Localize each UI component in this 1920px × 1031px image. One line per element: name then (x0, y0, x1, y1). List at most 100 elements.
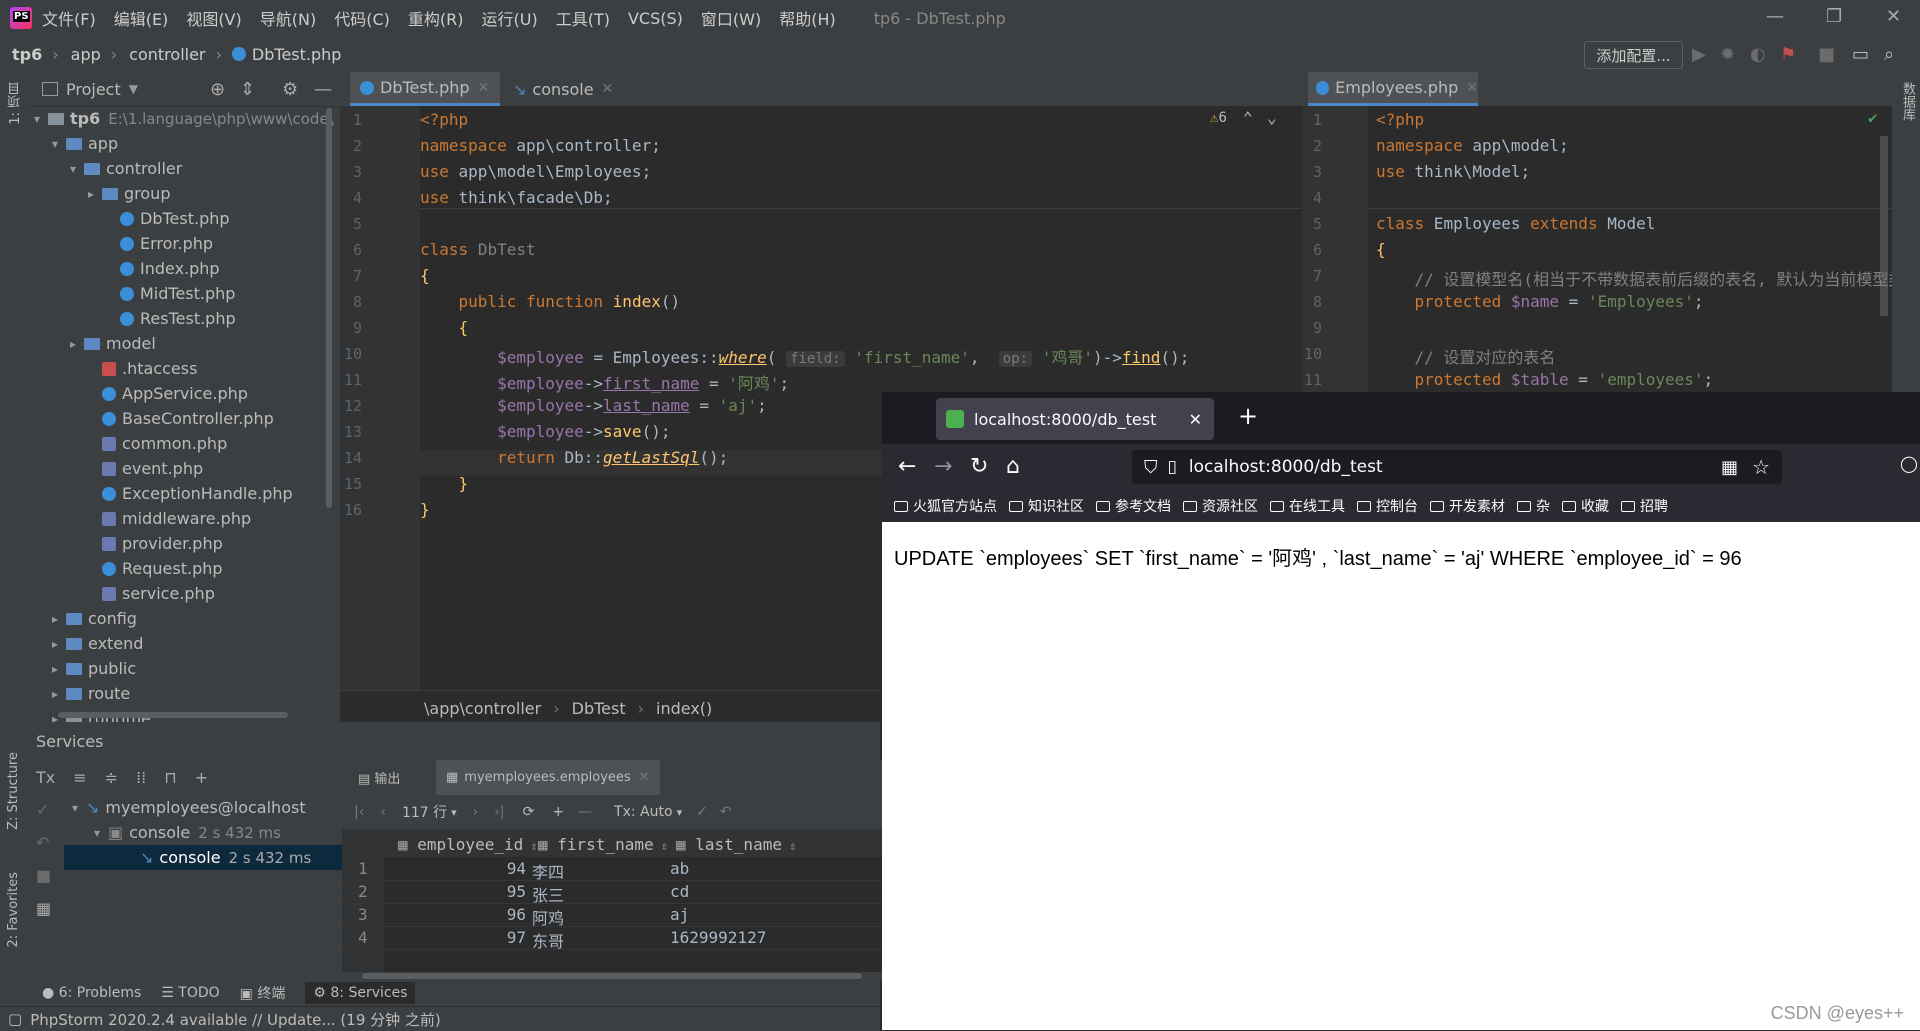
tree-item-dbtest-php[interactable]: DbTest.php (106, 206, 230, 231)
breadcrumb-app[interactable]: app (71, 45, 101, 64)
cell-last-name[interactable]: ab (670, 859, 689, 878)
tree-item-extend[interactable]: ▸ extend (52, 631, 143, 656)
table-row[interactable]: 1 94 李四 ab (342, 857, 882, 882)
commit-icon[interactable]: ✓ (696, 804, 708, 820)
stop-icon[interactable]: ■ (1818, 44, 1835, 65)
previous-page-icon[interactable]: ‹ (380, 804, 386, 820)
column-header-first-name[interactable]: ▦ first_name ⇕ (538, 835, 668, 854)
cell-last-name[interactable]: 1629992127 (670, 928, 766, 947)
browser-tab[interactable]: localhost:8000/db_test ✕ (936, 398, 1214, 440)
profiler-icon[interactable]: ⚑ (1780, 44, 1796, 65)
table-row[interactable]: 4 97 东哥 1629992127 (342, 926, 882, 951)
menu-file[interactable]: 文件(F) (42, 6, 96, 30)
project-tool-tab[interactable]: 1: 项目 (6, 82, 25, 125)
service-connection[interactable]: ▾ ↘ myemployees@localhost (72, 795, 306, 820)
close-tab-icon[interactable]: ✕ (478, 80, 490, 96)
tab-output[interactable]: ▤ 输出 (358, 768, 400, 787)
chevron-right-icon[interactable]: ▸ (52, 637, 66, 651)
run-icon[interactable]: ▶ (1692, 44, 1706, 65)
bookmark-folder[interactable]: 在线工具 (1270, 496, 1345, 516)
first-page-icon[interactable]: |‹ (354, 804, 364, 820)
grid-hscrollbar[interactable] (362, 973, 862, 979)
locate-icon[interactable]: ⊕ (210, 79, 225, 100)
chevron-right-icon[interactable]: ▸ (52, 612, 66, 626)
next-highlight-icon[interactable]: ⌄ (1267, 108, 1277, 127)
breadcrumb-controller[interactable]: controller (129, 45, 205, 64)
table-row[interactable]: 3 96 阿鸡 aj (342, 903, 882, 928)
column-header-employee-id[interactable]: ▦ employee_id ⇕ (398, 835, 538, 854)
tool-problems[interactable]: ● 6: Problems (42, 985, 141, 1001)
breadcrumb-file[interactable]: DbTest.php (252, 45, 342, 64)
last-page-icon[interactable]: ›| (494, 804, 504, 820)
extensions-icon[interactable]: ◯ (1900, 454, 1918, 473)
tree-item-config[interactable]: ▸ config (52, 606, 137, 631)
code-editor-employees[interactable]: 1 2 3 4 5 6 7 8 9 10 11 ✔ <?php namespace app\mode… (1302, 106, 1904, 396)
menu-window[interactable]: 窗口(W) (701, 6, 761, 30)
add-row-icon[interactable]: + (552, 804, 564, 820)
sort-icon[interactable]: ⇕ (782, 839, 796, 853)
menu-tools[interactable]: 工具(T) (556, 6, 610, 30)
bookmark-folder[interactable]: 参考文档 (1096, 496, 1171, 516)
row-number[interactable]: 3 (358, 905, 368, 924)
close-tab-icon[interactable]: ✕ (1466, 80, 1478, 96)
tree-item-request-php[interactable]: Request.php (88, 556, 223, 581)
table-row[interactable]: 2 95 张三 cd (342, 880, 882, 905)
cell-employee-id[interactable]: 94 (507, 859, 526, 878)
bookmark-folder[interactable]: 知识社区 (1009, 496, 1084, 516)
commit-icon[interactable]: ✓ (36, 800, 51, 819)
service-console-selected[interactable]: ↘ console 2 s 432 ms (64, 845, 342, 870)
previous-highlight-icon[interactable]: ⌃ (1243, 108, 1253, 127)
close-tab-icon[interactable]: ✕ (602, 81, 614, 97)
breadcrumb-method[interactable]: index() (656, 699, 712, 718)
tab-console[interactable]: ↘ console ✕ (505, 72, 625, 106)
bookmark-folder[interactable]: 控制台 (1357, 496, 1418, 516)
chevron-right-icon[interactable]: ▸ (88, 187, 102, 201)
bookmark-folder[interactable]: 开发素材 (1430, 496, 1505, 516)
service-console-parent[interactable]: ▾ ▣ console 2 s 432 ms (94, 820, 281, 845)
add-configuration-button[interactable]: 添加配置... (1584, 41, 1683, 69)
tree-item-exceptionhandle-php[interactable]: ExceptionHandle.php (88, 481, 293, 506)
chevron-down-icon[interactable]: ▾ (70, 162, 84, 176)
shield-icon[interactable]: ⛉ (1144, 457, 1158, 478)
chevron-right-icon[interactable]: ▸ (52, 662, 66, 676)
tree-item-model[interactable]: ▸ model (70, 331, 156, 356)
database-tool-tab[interactable]: 数据库 (1898, 82, 1917, 121)
close-tab-icon[interactable]: ✕ (639, 770, 650, 785)
tx-mode-selector[interactable]: Tx: Auto (614, 804, 673, 820)
debug-icon[interactable]: ✹ (1720, 44, 1735, 65)
bookmark-star-icon[interactable]: ☆ (1752, 455, 1770, 479)
row-number[interactable]: 1 (358, 859, 368, 878)
layout-icon[interactable]: ⊓ (164, 768, 176, 787)
bookmark-folder[interactable]: 杂 (1517, 496, 1550, 516)
reload-icon[interactable]: ↻ (970, 454, 988, 479)
tab-dbtest[interactable]: DbTest.php ✕ (350, 72, 500, 106)
chevron-down-icon[interactable]: ▾ (451, 806, 457, 819)
forward-icon[interactable]: → (934, 454, 952, 479)
cell-last-name[interactable]: cd (670, 882, 689, 901)
project-view-selector[interactable]: Project (66, 80, 121, 99)
breadcrumb-class[interactable]: DbTest (572, 699, 626, 718)
tree-item-index-php[interactable]: Index.php (106, 256, 220, 281)
delete-row-icon[interactable]: — (578, 804, 592, 820)
menu-navigate[interactable]: 导航(N) (260, 6, 316, 30)
chevron-down-icon[interactable]: ▾ (677, 806, 683, 819)
structure-tool-tab[interactable]: Z: Structure (6, 752, 21, 830)
chevron-right-icon[interactable]: ▸ (70, 337, 84, 351)
hide-icon[interactable]: — (314, 79, 332, 100)
collapse-all-icon[interactable]: ⇕ (240, 79, 255, 100)
tree-item-event-php[interactable]: event.php (88, 456, 203, 481)
layout-icon[interactable]: ▭ (1852, 44, 1869, 65)
search-icon[interactable]: ⌕ (1884, 44, 1894, 65)
tx-icon[interactable]: Tx (36, 768, 55, 787)
menu-vcs[interactable]: VCS(S) (628, 9, 683, 28)
group-icon[interactable]: ⁞⁞ (136, 768, 146, 787)
warnings-indicator[interactable]: ⚠6 (1210, 110, 1227, 126)
next-page-icon[interactable]: › (473, 804, 479, 820)
chevron-down-icon[interactable]: ▼ (129, 82, 138, 96)
row-number[interactable]: 2 (358, 882, 368, 901)
status-message[interactable]: PhpStorm 2020.2.4 available // Update...… (30, 1009, 441, 1030)
menu-edit[interactable]: 编辑(E) (114, 6, 169, 30)
close-tab-icon[interactable]: ✕ (1189, 410, 1202, 429)
tree-item-restest-php[interactable]: ResTest.php (106, 306, 236, 331)
rollback-icon[interactable]: ↶ (36, 833, 51, 852)
